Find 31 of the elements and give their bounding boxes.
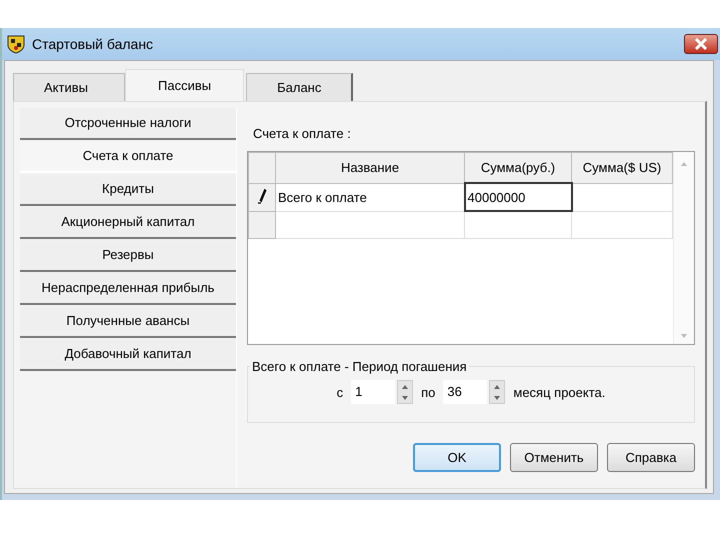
spin-buttons[interactable] [489, 380, 506, 404]
sidebar-button[interactable]: Кредиты [20, 174, 236, 206]
dialog-button[interactable]: OK [413, 443, 501, 472]
pencil-icon [257, 188, 267, 204]
close-button[interactable] [684, 34, 718, 54]
sidebar-button[interactable]: Отсроченные налоги [20, 108, 236, 140]
dialog-button[interactable]: Отменить [510, 443, 598, 472]
from-label: с [336, 384, 344, 400]
badge-icon [6, 34, 26, 54]
number-field[interactable]: 1 [351, 380, 396, 404]
sidebar-button[interactable]: Добавочный капитал [20, 339, 236, 371]
tab[interactable]: Активы [13, 73, 125, 101]
to-label: по [421, 384, 436, 400]
spin-buttons[interactable] [397, 380, 414, 404]
tab[interactable]: Баланс [246, 73, 354, 101]
column-header[interactable]: Название [276, 152, 464, 183]
sidebar-button[interactable]: Резервы [20, 240, 236, 272]
sidebar-button[interactable]: Акционерный капитал [20, 207, 236, 239]
tab[interactable]: Пассивы [125, 69, 244, 101]
sidebar-button[interactable]: Нераспределенная прибыль [20, 273, 236, 305]
table-cell[interactable]: 40000000 [464, 183, 572, 211]
close-icon [694, 38, 708, 50]
group-title: Всего к оплате - Период погашения [251, 359, 468, 374]
section-label: Счета к оплате : [253, 126, 351, 141]
dialog-button[interactable]: Справка [607, 443, 695, 472]
window-title: Стартовый баланс [32, 36, 154, 52]
suffix-label: месяц проекта. [513, 384, 606, 400]
number-field[interactable]: 36 [443, 380, 488, 404]
column-header[interactable]: Сумма(руб.) [464, 152, 572, 183]
column-header[interactable]: Сумма($ US) [572, 152, 672, 183]
sidebar-button[interactable]: Полученные авансы [20, 306, 236, 338]
